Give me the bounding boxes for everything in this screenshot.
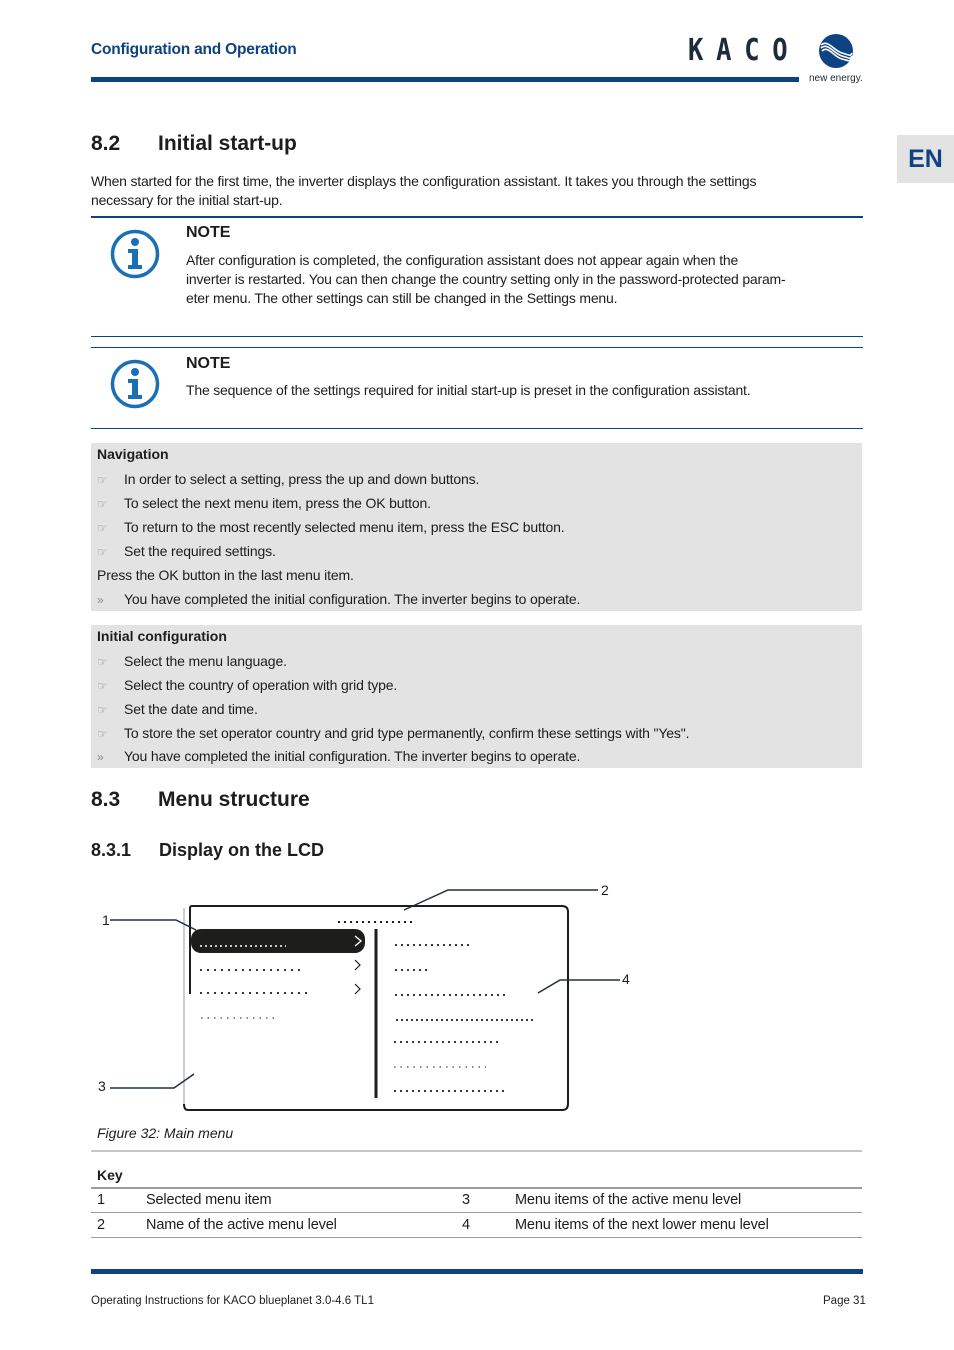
- kaco-logo-text: KACO: [688, 33, 801, 68]
- subsection-heading-8-3-1: 8.3.1 Display on the LCD: [91, 840, 324, 861]
- initial-configuration-box: Initial configuration ☞ Select the menu l…: [91, 625, 862, 768]
- key-label: Menu items of the next lower menu level: [515, 1217, 769, 1233]
- section-title: Menu structure: [158, 788, 310, 811]
- running-header-title: Configuration and Operation: [91, 41, 297, 58]
- step-text: In order to select a setting, press the …: [124, 471, 480, 487]
- result-arrow-icon: »: [97, 593, 104, 607]
- instruction-step: ☞ To select the next menu item, press the…: [97, 494, 431, 513]
- note-body: After configuration is completed, the co…: [186, 251, 866, 308]
- step-text: To store the set operator country and gr…: [124, 725, 690, 741]
- note-top-rule: [91, 347, 863, 348]
- key-table-rule: [91, 1187, 862, 1189]
- callout-line-4: [537, 979, 620, 994]
- instruction-step: ☞ To store the set operator country and g…: [97, 724, 689, 743]
- footer-document-title: Operating Instructions for KACO blueplan…: [91, 1295, 374, 1307]
- instruction-result: » You have completed the initial configur…: [97, 747, 580, 766]
- info-icon: [110, 229, 160, 279]
- note-bottom-rule: [91, 428, 863, 429]
- note-top-rule: [91, 216, 863, 218]
- pointing-hand-icon: ☞: [97, 545, 108, 559]
- step-text: To return to the most recently selected …: [124, 519, 565, 535]
- chevron-right-icon: [354, 983, 361, 995]
- key-label: Selected menu item: [146, 1192, 272, 1208]
- footer-page-number: Page 31: [823, 1295, 866, 1307]
- key-number: 3: [462, 1192, 470, 1208]
- kaco-logo-wave-icon: [819, 34, 853, 68]
- key-label: Menu items of the active menu level: [515, 1192, 742, 1208]
- pointing-hand-icon: ☞: [97, 703, 108, 717]
- step-text: Set the required settings.: [124, 543, 276, 559]
- key-number: 1: [97, 1192, 105, 1208]
- info-icon: [110, 359, 160, 409]
- pointing-hand-icon: ☞: [97, 655, 108, 669]
- instruction-step: ☞ Select the country of operation with gr…: [97, 676, 397, 695]
- key-number: 2: [97, 1217, 105, 1233]
- chevron-right-icon: [354, 959, 361, 971]
- key-table-rule: [91, 1212, 862, 1213]
- subsection-number: 8.3.1: [91, 840, 132, 860]
- intro-line: When started for the first time, the inv…: [91, 173, 757, 189]
- intro-paragraph: When started for the first time, the inv…: [91, 172, 871, 210]
- instruction-step: ☞ In order to select a setting, press the…: [97, 470, 479, 489]
- pointing-hand-icon: ☞: [97, 679, 108, 693]
- step-text: To select the next menu item, press the …: [124, 495, 431, 511]
- box-title: Initial configuration: [97, 628, 227, 644]
- pointing-hand-icon: ☞: [97, 497, 108, 511]
- instruction-step: ☞ Select the menu language.: [97, 652, 287, 671]
- language-tab-en: EN: [897, 135, 954, 183]
- note-title: NOTE: [186, 224, 231, 241]
- section-number: 8.3: [91, 788, 121, 811]
- callout-label-3: 3: [98, 1078, 106, 1094]
- result-text: You have completed the initial configura…: [124, 748, 581, 764]
- note-bottom-rule: [91, 336, 863, 337]
- instruction-step: ☞ To return to the most recently selected…: [97, 518, 565, 537]
- key-label: Name of the active menu level: [146, 1217, 337, 1233]
- step-text: Select the menu language.: [124, 653, 287, 669]
- step-text: Select the country of operation with gri…: [124, 677, 398, 693]
- lcd-main-menu-figure: [110, 889, 620, 1111]
- note-line: inverter is restarted. You can then chan…: [186, 271, 786, 287]
- result-arrow-icon: »: [97, 750, 104, 764]
- callout-label-2: 2: [601, 882, 609, 898]
- instruction-result: » You have completed the initial configur…: [97, 590, 580, 609]
- footer-rule: [91, 1269, 863, 1274]
- pointing-hand-icon: ☞: [97, 521, 108, 535]
- section-heading-8-3: 8.3 Menu structure: [91, 788, 310, 812]
- callout-label-4: 4: [622, 971, 630, 987]
- pointing-hand-icon: ☞: [97, 727, 108, 741]
- key-table-top-rule: [91, 1150, 862, 1152]
- callout-line-1: [110, 919, 197, 931]
- navigation-instructions-box: Navigation ☞ In order to select a setting…: [91, 443, 862, 611]
- figure-caption: Figure 32: Main menu: [97, 1125, 234, 1141]
- note-body: The sequence of the settings required fo…: [186, 381, 866, 400]
- instruction-plain: Press the OK button in the last menu ite…: [97, 567, 354, 583]
- instruction-step: ☞ Set the required settings.: [97, 542, 276, 561]
- intro-line: necessary for the initial start-up.: [91, 192, 283, 208]
- box-title: Navigation: [97, 446, 169, 462]
- selected-menu-item-highlight: [191, 929, 365, 953]
- note-line: eter menu. The other settings can still …: [186, 290, 618, 306]
- section-title: Initial start-up: [158, 132, 297, 155]
- key-number: 4: [462, 1217, 470, 1233]
- note-line: The sequence of the settings required fo…: [186, 382, 751, 398]
- callout-line-3: [110, 1073, 195, 1089]
- key-table-title: Key: [97, 1167, 123, 1183]
- result-text: You have completed the initial configura…: [124, 591, 581, 607]
- subsection-title: Display on the LCD: [159, 840, 325, 860]
- key-table-bottom-rule: [91, 1237, 862, 1238]
- note-line: After configuration is completed, the co…: [186, 252, 739, 268]
- callout-label-1: 1: [102, 912, 110, 928]
- pointing-hand-icon: ☞: [97, 473, 108, 487]
- instruction-step: ☞ Set the date and time.: [97, 700, 258, 719]
- step-text: Set the date and time.: [124, 701, 258, 717]
- kaco-logo-tagline: new energy.: [809, 73, 863, 84]
- header-rule: [91, 77, 799, 82]
- section-heading-8-2: 8.2 Initial start-up: [91, 132, 297, 156]
- section-number: 8.2: [91, 132, 121, 155]
- note-title: NOTE: [186, 355, 231, 372]
